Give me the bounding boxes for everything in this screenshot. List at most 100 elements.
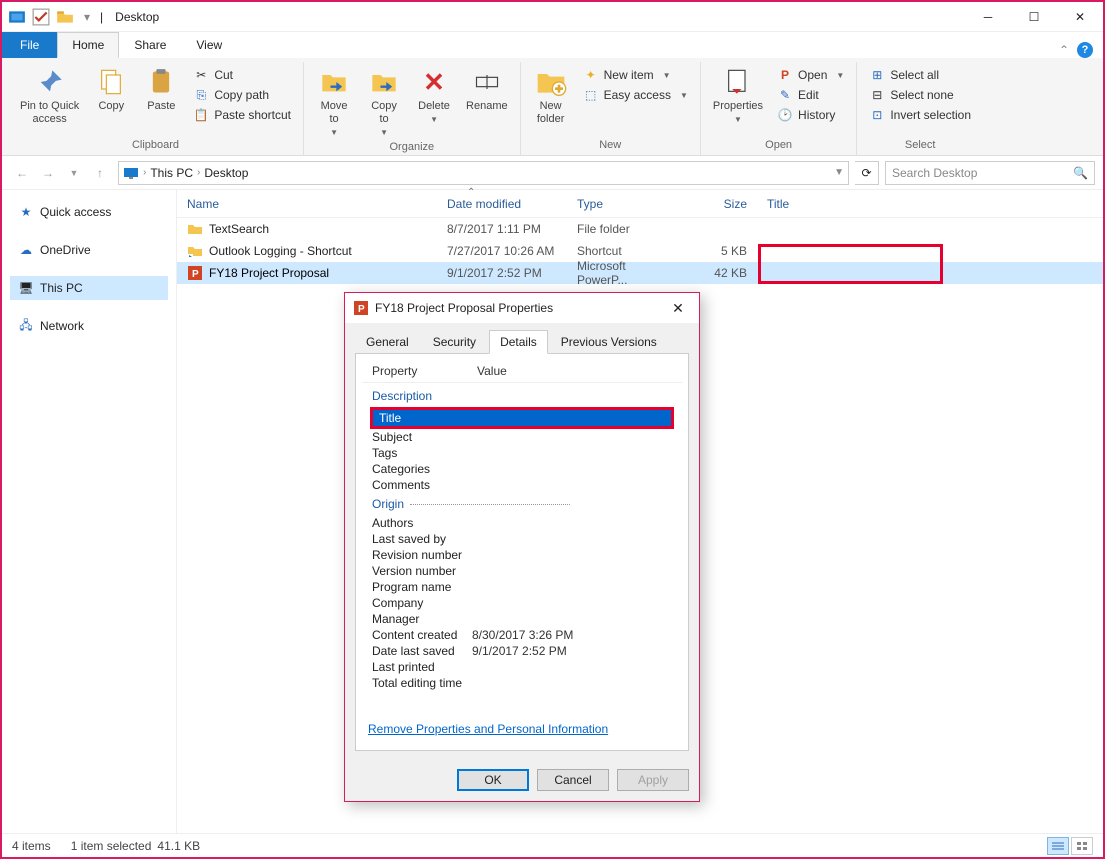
col-size[interactable]: Size — [687, 190, 757, 217]
moveto-label: Move to — [321, 100, 348, 126]
qa-dropdown-icon[interactable]: ▾ — [84, 10, 90, 24]
prop-value — [472, 430, 672, 444]
cut-button[interactable]: ✂Cut — [189, 66, 295, 84]
prop-name: Content created — [372, 628, 472, 642]
property-row[interactable]: Program name — [366, 579, 678, 595]
col-date[interactable]: Date modified — [437, 190, 567, 217]
properties-button[interactable]: Properties▼ — [709, 64, 767, 126]
property-row[interactable]: Last printed — [366, 659, 678, 675]
property-row[interactable]: Company — [366, 595, 678, 611]
col-title[interactable]: Title — [757, 190, 1103, 217]
ribbon-organize: Move to▼ Copy to▼ ✕Delete▼ Rename Organi… — [304, 62, 521, 155]
prop-value — [472, 660, 672, 674]
view-details-button[interactable] — [1047, 837, 1069, 855]
copypath-label: Copy path — [214, 88, 269, 102]
close-button[interactable]: ✕ — [1057, 2, 1103, 32]
move-to-icon — [318, 66, 350, 98]
breadcrumb-thispc[interactable]: This PC — [150, 166, 193, 180]
rename-button[interactable]: Rename — [462, 64, 512, 115]
qa-checkbox-icon[interactable] — [32, 8, 50, 26]
recent-dropdown-icon[interactable]: ▼ — [62, 161, 86, 185]
ribbon-collapse-icon[interactable]: ⌃ — [1059, 43, 1069, 57]
delete-button[interactable]: ✕Delete▼ — [412, 64, 456, 126]
network-label: Network — [40, 319, 84, 333]
tab-share[interactable]: Share — [119, 32, 181, 58]
open-button[interactable]: POpen▼ — [773, 66, 848, 84]
address-dropdown-icon[interactable]: ▼ — [834, 167, 844, 178]
edit-button[interactable]: ✎Edit — [773, 86, 848, 104]
breadcrumb-desktop[interactable]: Desktop — [204, 166, 248, 180]
tree-onedrive[interactable]: ☁OneDrive — [10, 238, 168, 262]
tree-network[interactable]: 🖧Network — [10, 314, 168, 338]
remove-properties-link[interactable]: Remove Properties and Personal Informati… — [362, 714, 682, 744]
property-row[interactable]: Subject — [366, 429, 678, 445]
move-to-button[interactable]: Move to▼ — [312, 64, 356, 139]
tab-view[interactable]: View — [181, 32, 237, 58]
back-button[interactable]: ← — [10, 161, 34, 185]
select-none-button[interactable]: ⊟Select none — [865, 86, 975, 104]
copy-to-button[interactable]: Copy to▼ — [362, 64, 406, 139]
ok-button[interactable]: OK — [457, 769, 529, 791]
new-folder-button[interactable]: New folder — [529, 64, 573, 128]
select-group-label: Select — [905, 137, 936, 155]
tab-details[interactable]: Details — [489, 330, 548, 354]
property-row[interactable]: Date last saved9/1/2017 2:52 PM — [366, 643, 678, 659]
prop-value — [472, 612, 672, 626]
prop-name: Version number — [372, 564, 472, 578]
chevron-down-icon: ▼ — [680, 91, 688, 100]
property-row[interactable]: Last saved by — [366, 531, 678, 547]
forward-button[interactable]: → — [36, 161, 60, 185]
property-row[interactable]: Comments — [366, 477, 678, 493]
address-bar[interactable]: › This PC › Desktop ▼ — [118, 161, 849, 185]
easy-access-button[interactable]: ⬚Easy access▼ — [579, 86, 692, 104]
view-icons-button[interactable] — [1071, 837, 1093, 855]
paste-shortcut-button[interactable]: 📋Paste shortcut — [189, 106, 295, 124]
search-input[interactable]: Search Desktop 🔍 — [885, 161, 1095, 185]
copy-button[interactable]: Copy — [89, 64, 133, 115]
property-row-title[interactable]: Title — [373, 410, 671, 426]
col-name[interactable]: Name — [177, 190, 437, 217]
property-row[interactable]: Total editing time — [366, 675, 678, 691]
tab-home[interactable]: Home — [57, 32, 119, 58]
property-list[interactable]: Description Title Subject Tags Categorie… — [362, 383, 682, 714]
file-row-selected[interactable]: PFY18 Project Proposal 9/1/2017 2:52 PM … — [177, 262, 1103, 284]
annotation-box-title-property: Title — [370, 407, 674, 429]
pin-to-quick-access-button[interactable]: Pin to Quick access — [16, 64, 83, 128]
maximize-button[interactable]: ☐ — [1011, 2, 1057, 32]
tab-previous-versions[interactable]: Previous Versions — [550, 330, 668, 354]
apply-button[interactable]: Apply — [617, 769, 689, 791]
tab-file[interactable]: File — [2, 32, 57, 58]
up-button[interactable]: ↑ — [88, 161, 112, 185]
tree-this-pc[interactable]: 🖥This PC — [10, 276, 168, 300]
property-row[interactable]: Categories — [366, 461, 678, 477]
prop-value[interactable] — [479, 411, 665, 425]
col-type[interactable]: Type — [567, 190, 687, 217]
new-item-button[interactable]: ✦New item▼ — [579, 66, 692, 84]
property-row[interactable]: Tags — [366, 445, 678, 461]
chevron-down-icon: ▼ — [836, 71, 844, 80]
file-size: 5 KB — [687, 244, 757, 258]
property-row[interactable]: Authors — [366, 515, 678, 531]
qa-folder-icon[interactable] — [56, 8, 74, 26]
rename-label: Rename — [466, 100, 508, 113]
minimize-button[interactable]: ─ — [965, 2, 1011, 32]
dialog-close-button[interactable]: ✕ — [665, 295, 691, 321]
easy-access-icon: ⬚ — [583, 87, 599, 103]
property-row[interactable]: Manager — [366, 611, 678, 627]
tab-general[interactable]: General — [355, 330, 420, 354]
prop-value — [472, 676, 672, 690]
property-row[interactable]: Version number — [366, 563, 678, 579]
select-all-button[interactable]: ⊞Select all — [865, 66, 975, 84]
help-icon[interactable]: ? — [1077, 42, 1093, 58]
property-row[interactable]: Revision number — [366, 547, 678, 563]
refresh-button[interactable]: ⟳ — [855, 161, 879, 185]
paste-button[interactable]: Paste — [139, 64, 183, 115]
tab-security[interactable]: Security — [422, 330, 487, 354]
tree-quick-access[interactable]: ★Quick access — [10, 200, 168, 224]
file-row[interactable]: TextSearch 8/7/2017 1:11 PM File folder — [177, 218, 1103, 240]
invert-selection-button[interactable]: ⊡Invert selection — [865, 106, 975, 124]
copy-path-button[interactable]: ⎘Copy path — [189, 86, 295, 104]
cancel-button[interactable]: Cancel — [537, 769, 609, 791]
history-button[interactable]: 🕑History — [773, 106, 848, 124]
property-row[interactable]: Content created8/30/2017 3:26 PM — [366, 627, 678, 643]
